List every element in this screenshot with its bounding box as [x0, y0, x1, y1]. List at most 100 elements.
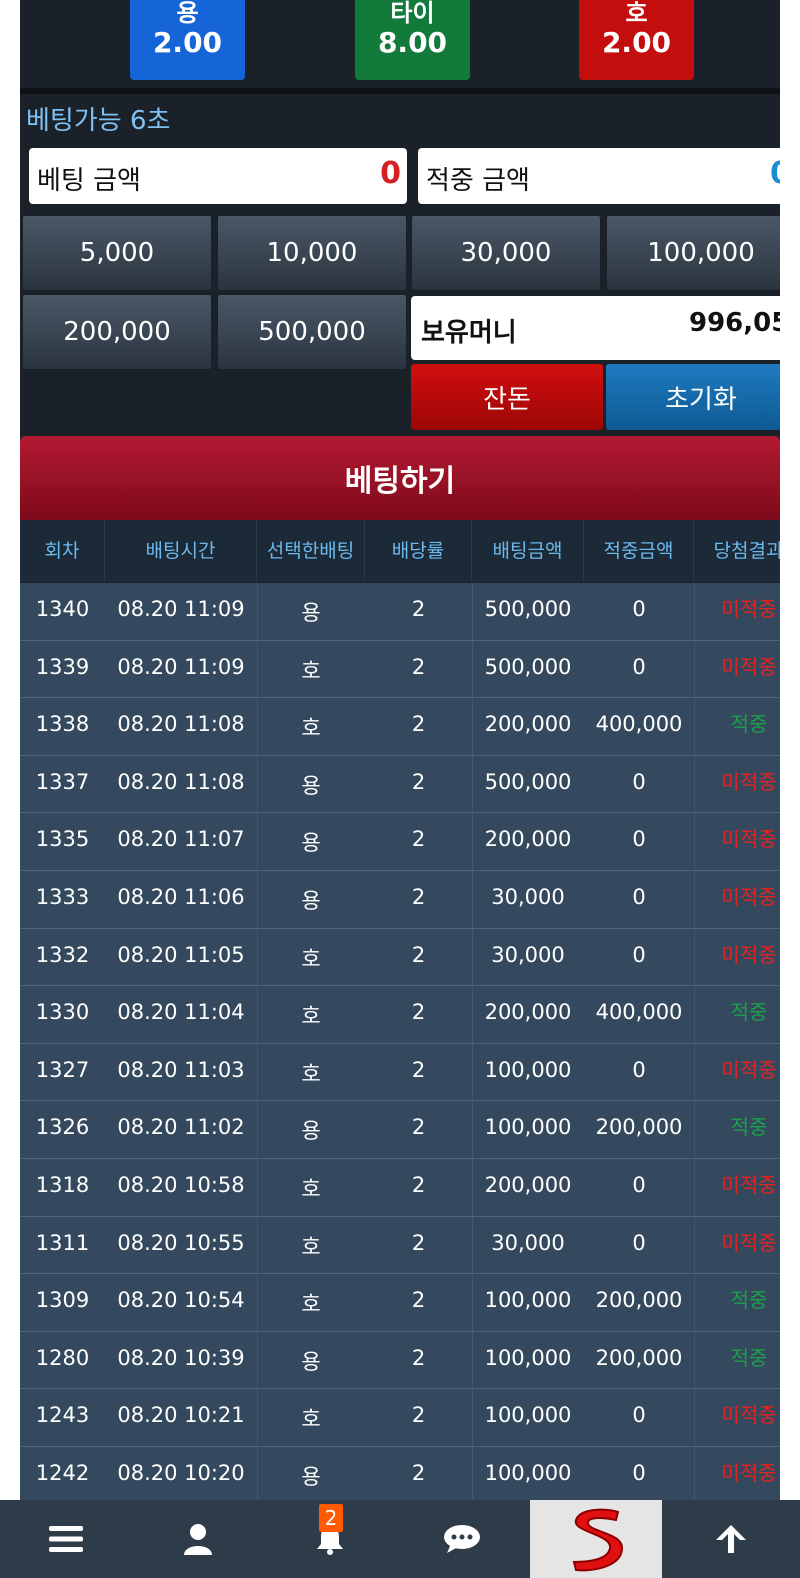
cell-result: 미적중: [721, 1057, 777, 1082]
cell-win: 0: [632, 654, 646, 679]
menu-icon: [49, 1526, 83, 1552]
option-name: 용: [176, 0, 199, 27]
column-divider: [472, 1043, 473, 1101]
column-divider: [694, 755, 695, 813]
column-divider: [694, 1274, 695, 1332]
column-divider: [257, 986, 258, 1044]
option-odds: 8.00: [377, 26, 448, 59]
column-divider: [257, 870, 258, 928]
logo-icon: [572, 1508, 624, 1572]
chip-100000-button[interactable]: 100,000: [606, 215, 780, 291]
dragon-option-button[interactable]: 용 2.00: [130, 0, 245, 80]
column-header: 배당률: [365, 520, 472, 582]
tiger-option-button[interactable]: 호 2.00: [579, 0, 694, 80]
change-button[interactable]: 잔돈: [411, 364, 603, 430]
column-divider: [694, 928, 695, 986]
menu-button[interactable]: [0, 1500, 132, 1578]
chat-button[interactable]: [396, 1500, 528, 1578]
option-name: 호: [625, 0, 648, 27]
cell-bet: 100,000: [484, 1115, 572, 1140]
table-row: 1332 08.20 11:05 호 2 30,000 0 미적중: [20, 928, 780, 987]
cell-round: 1335: [35, 827, 90, 852]
cell-round: 1318: [35, 1172, 90, 1197]
tie-option-button[interactable]: 타이 8.00: [355, 0, 470, 80]
cell-odds: 2: [411, 597, 426, 621]
cell-round: 1242: [35, 1460, 90, 1485]
table-row: 1340 08.20 11:09 용 2 500,000 0 미적중: [20, 583, 780, 641]
cell-time: 08.20 11:06: [117, 884, 245, 909]
cell-time: 08.20 11:09: [117, 597, 245, 621]
cell-result: 미적중: [721, 884, 777, 909]
place-bet-button[interactable]: 베팅하기: [20, 436, 780, 520]
column-divider: [257, 755, 258, 813]
cell-odds: 2: [411, 942, 426, 967]
cell-win: 0: [632, 1057, 646, 1082]
cell-odds: 2: [411, 1460, 426, 1485]
column-divider: [694, 1216, 695, 1274]
profile-button[interactable]: [132, 1500, 264, 1578]
column-divider: [472, 1101, 473, 1159]
cell-win: 200,000: [595, 1345, 683, 1370]
site-logo[interactable]: [530, 1500, 662, 1578]
column-divider: [257, 1216, 258, 1274]
cell-win: 0: [632, 884, 646, 909]
cell-bet: 100,000: [484, 1460, 572, 1485]
cell-time: 08.20 10:20: [117, 1460, 245, 1485]
column-divider: [257, 813, 258, 871]
chip-200000-button[interactable]: 200,000: [22, 294, 212, 370]
user-icon: [184, 1524, 212, 1555]
cell-odds: 2: [411, 1403, 426, 1428]
cell-result: 적중: [730, 1345, 768, 1370]
table-row: 1280 08.20 10:39 용 2 100,000 200,000 적중: [20, 1331, 780, 1390]
cell-odds: 2: [411, 1230, 426, 1255]
cell-odds: 2: [411, 1288, 426, 1313]
cell-odds: 2: [411, 654, 426, 679]
column-divider: [694, 1331, 695, 1389]
cell-time: 08.20 11:09: [117, 654, 245, 679]
column-divider: [472, 1446, 473, 1500]
arrow-up-icon: [716, 1525, 746, 1553]
cell-choice: 호: [301, 1234, 321, 1259]
column-divider: [472, 640, 473, 698]
cell-win: 0: [632, 769, 646, 794]
table-row: 1327 08.20 11:03 호 2 100,000 0 미적중: [20, 1043, 780, 1102]
table-row: 1337 08.20 11:08 용 2 500,000 0 미적중: [20, 755, 780, 814]
cell-round: 1280: [35, 1345, 90, 1370]
cell-bet: 200,000: [484, 712, 572, 737]
cell-result: 미적중: [721, 1403, 777, 1428]
cell-win: 200,000: [595, 1115, 683, 1140]
cell-choice: 호: [301, 1176, 321, 1201]
cell-choice: 호: [301, 946, 321, 971]
cell-result: 미적중: [721, 597, 777, 621]
column-divider: [694, 1389, 695, 1447]
cell-odds: 2: [411, 827, 426, 852]
cell-result: 미적중: [721, 1460, 777, 1485]
column-header: 회차: [20, 520, 105, 582]
cell-round: 1337: [35, 769, 90, 794]
column-divider: [257, 1389, 258, 1447]
cell-bet: 500,000: [484, 769, 572, 794]
column-divider: [257, 1331, 258, 1389]
cell-result: 미적중: [721, 654, 777, 679]
chip-500000-button[interactable]: 500,000: [217, 294, 407, 370]
cell-win: 0: [632, 1230, 646, 1255]
column-divider: [694, 1446, 695, 1500]
cell-result: 미적중: [721, 1172, 777, 1197]
bet-amount-value: 0: [380, 156, 401, 191]
chip-10000-button[interactable]: 10,000: [217, 215, 407, 291]
cell-bet: 100,000: [484, 1057, 572, 1082]
chip-5000-button[interactable]: 5,000: [22, 215, 212, 291]
cell-win: 400,000: [595, 712, 683, 737]
column-divider: [472, 1158, 473, 1216]
chip-30000-button[interactable]: 30,000: [411, 215, 601, 291]
table-row: 1243 08.20 10:21 호 2 100,000 0 미적중: [20, 1389, 780, 1447]
cell-win: 0: [632, 1460, 646, 1485]
cell-round: 1326: [35, 1115, 90, 1140]
cell-win: 0: [632, 597, 646, 621]
column-divider: [694, 583, 695, 640]
table-header: 회차 배팅시간 선택한배팅 배당률 배팅금액 적중금액 당첨결과: [20, 520, 780, 582]
scroll-top-button[interactable]: [662, 1500, 800, 1578]
column-divider: [694, 1043, 695, 1101]
reset-button[interactable]: 초기화: [606, 364, 780, 430]
betting-timer: 베팅가능 6초: [26, 106, 171, 136]
